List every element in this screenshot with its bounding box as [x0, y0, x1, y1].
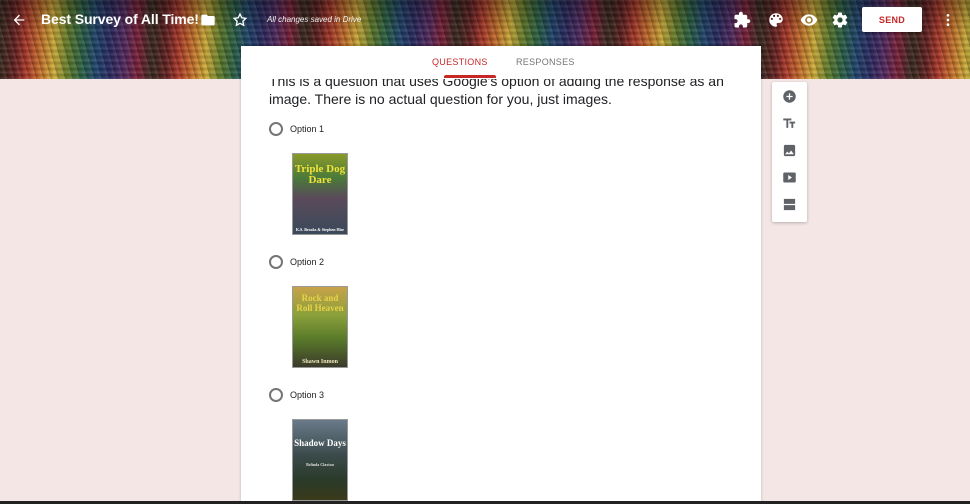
side-toolbar [772, 82, 807, 222]
radio-button[interactable] [269, 255, 283, 269]
cover-title: Shadow Days [294, 438, 346, 448]
tab-bar: QUESTIONS RESPONSES [241, 46, 761, 79]
more-vert-icon[interactable] [936, 8, 960, 32]
addon-puzzle-icon[interactable] [730, 8, 754, 32]
preview-eye-icon[interactable] [797, 8, 821, 32]
option-row-2[interactable]: Option 2 [269, 255, 324, 269]
send-button[interactable]: SEND [862, 7, 922, 32]
option-image-2: Rock and Roll Heaven Shawn Inmon [292, 286, 348, 368]
option-image-3: Shadow Days Belinda Claxton [292, 419, 348, 501]
settings-gear-icon[interactable] [828, 8, 852, 32]
option-label: Option 1 [290, 124, 325, 134]
option-label: Option 2 [290, 257, 325, 267]
tab-questions[interactable]: QUESTIONS [432, 57, 488, 67]
active-tab-indicator [444, 75, 496, 78]
tab-responses[interactable]: RESPONSES [516, 57, 575, 67]
add-question-icon[interactable] [781, 88, 797, 104]
cover-author: K.S. Brooks & Stephen Hise [295, 227, 345, 232]
top-bar: Best Survey of All Time! All changes sav… [0, 0, 970, 40]
option-row-3[interactable]: Option 3 [269, 388, 324, 402]
save-status: All changes saved in Drive [267, 15, 362, 24]
option-label: Option 3 [290, 390, 325, 400]
add-title-icon[interactable] [781, 115, 797, 131]
cover-title: Triple Dog Dare [294, 163, 346, 186]
option-row-1[interactable]: Option 1 [269, 122, 324, 136]
form-title[interactable]: Best Survey of All Time! [41, 11, 199, 27]
radio-button[interactable] [269, 388, 283, 402]
cover-author: Belinda Claxton [306, 462, 334, 467]
radio-button[interactable] [269, 122, 283, 136]
cover-author: Shawn Inmon [302, 359, 338, 365]
add-image-icon[interactable] [781, 142, 797, 158]
palette-icon[interactable] [764, 8, 788, 32]
add-section-icon[interactable] [781, 196, 797, 212]
star-icon[interactable] [228, 8, 252, 32]
form-card: This is a question that uses Google's op… [241, 46, 761, 504]
back-arrow-icon[interactable] [7, 8, 31, 32]
add-video-icon[interactable] [781, 169, 797, 185]
folder-icon[interactable] [196, 8, 220, 32]
cover-title: Rock and Roll Heaven [296, 293, 344, 313]
option-image-1: Triple Dog Dare K.S. Brooks & Stephen Hi… [292, 153, 348, 235]
